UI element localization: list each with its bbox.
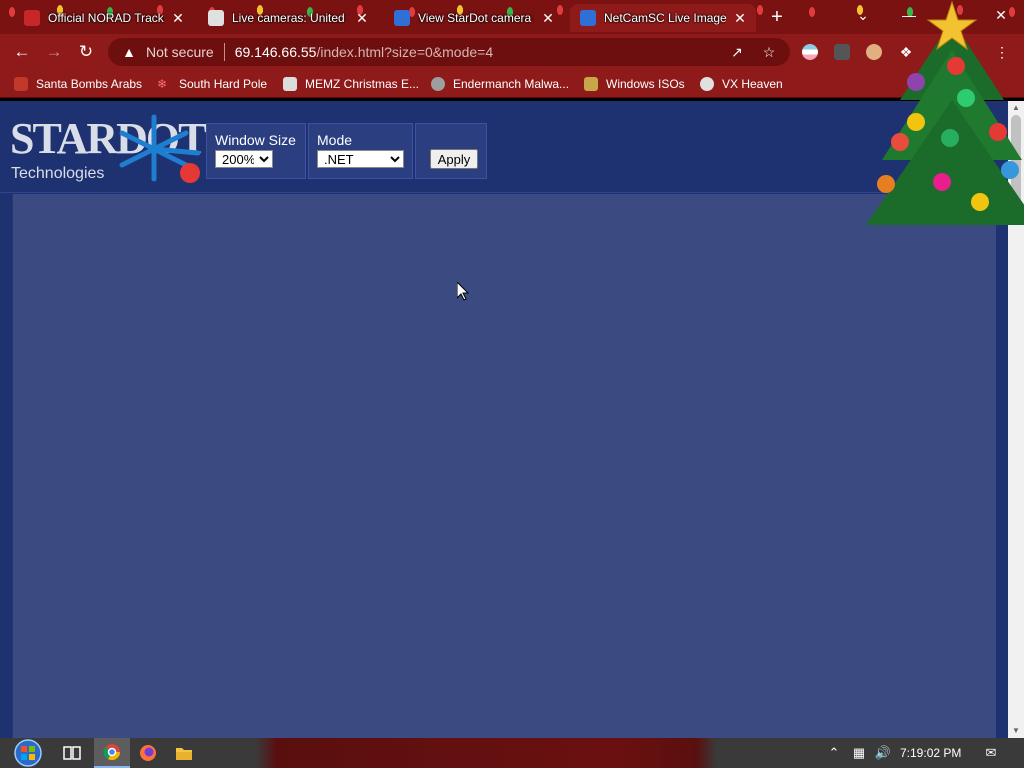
volume-icon[interactable]: 🔊 <box>874 745 892 761</box>
norad-icon <box>24 10 40 26</box>
divider <box>223 43 225 61</box>
tab-live-cameras[interactable]: Live cameras: United S ✕ <box>198 4 378 32</box>
url-host: 69.146.66.55 <box>234 44 317 60</box>
stardot-icon <box>580 10 596 26</box>
santa-icon <box>14 77 28 91</box>
close-icon[interactable]: ✕ <box>354 10 370 27</box>
windows-taskbar: ⌃ ▦ 🔊 7:19:02 PM ✉ <box>0 738 1024 768</box>
memz-icon <box>283 77 297 91</box>
apply-control: Apply <box>415 123 487 179</box>
firefox-icon <box>140 745 156 761</box>
bookmark-windows-isos[interactable]: Windows ISOs <box>584 74 685 94</box>
stardot-logo: STARDOT Technologies <box>10 113 207 187</box>
mode-label: Mode <box>317 132 353 148</box>
share-icon[interactable]: ↗ <box>728 43 746 61</box>
mouse-cursor-icon <box>457 282 469 301</box>
windows-orb-icon <box>14 739 42 767</box>
stardot-star-icon <box>119 114 201 183</box>
apply-button[interactable]: Apply <box>430 149 478 169</box>
bookmark-vx-heaven[interactable]: VX Heaven <box>700 74 783 94</box>
back-icon[interactable]: ← <box>10 40 34 64</box>
tab-title: View StarDot camera i <box>418 11 534 25</box>
camera-image-area <box>12 194 996 738</box>
network-icon[interactable]: ▦ <box>850 745 868 761</box>
firefox-taskbar-button[interactable] <box>130 738 166 768</box>
start-button[interactable] <box>8 738 48 768</box>
close-icon[interactable]: ✕ <box>170 10 186 27</box>
file-explorer-taskbar-button[interactable] <box>166 738 202 768</box>
bookmark-south-hard-pole[interactable]: ❄ South Hard Pole <box>157 74 267 94</box>
window-size-control: Window Size 200% <box>206 123 306 179</box>
bookmark-label: Windows ISOs <box>606 77 685 91</box>
tab-norad[interactable]: Official NORAD Tracks ✕ <box>14 4 194 32</box>
new-tab-button[interactable]: + <box>766 6 788 28</box>
stardot-header: STARDOT Technologies Window Size 200% Mo… <box>0 101 1008 193</box>
mode-select[interactable]: .NET <box>317 150 404 168</box>
bookmark-label: VX Heaven <box>722 77 783 91</box>
tab-title: Official NORAD Tracks <box>48 11 164 25</box>
vx-heaven-icon <box>700 77 714 91</box>
window-size-label: Window Size <box>215 132 296 148</box>
task-view-button[interactable] <box>54 738 90 768</box>
extension-s-icon[interactable] <box>834 44 850 60</box>
bookmark-santa-bombs-arabs[interactable]: Santa Bombs Arabs <box>14 74 142 94</box>
tab-view-stardot[interactable]: View StarDot camera i ✕ <box>384 4 564 32</box>
bookmark-memz-christmas[interactable]: MEMZ Christmas E... <box>283 74 419 94</box>
chrome-taskbar-button[interactable] <box>94 738 130 768</box>
star-icon[interactable]: ☆ <box>760 43 778 61</box>
chevron-up-icon[interactable]: ⌃ <box>826 745 842 761</box>
reload-icon[interactable]: ↻ <box>74 40 98 64</box>
extension-flag-icon[interactable] <box>802 44 818 60</box>
mode-control: Mode .NET <box>308 123 413 179</box>
camera-icon <box>208 10 224 26</box>
chrome-icon <box>103 744 121 761</box>
logo-subtitle: Technologies <box>11 165 105 182</box>
bookmark-label: South Hard Pole <box>179 77 268 91</box>
bookmark-label: MEMZ Christmas E... <box>305 77 420 91</box>
address-bar[interactable]: ▲ Not secure 69.146.66.55 /index.html?si… <box>108 38 790 66</box>
bookmark-label: Endermanch Malwa... <box>453 77 570 91</box>
windows-iso-icon <box>584 77 598 91</box>
security-label: Not secure <box>146 44 214 60</box>
notification-icon[interactable]: ✉ <box>982 745 1000 761</box>
stardot-icon <box>394 10 410 26</box>
scroll-down-icon[interactable]: ▼ <box>1008 724 1024 738</box>
url-path: /index.html?size=0&mode=4 <box>316 44 494 60</box>
tab-netcamsc[interactable]: NetCamSC Live Image ✕ <box>570 4 756 32</box>
tab-title: NetCamSC Live Image <box>604 11 726 25</box>
warning-icon[interactable]: ▲ <box>120 44 138 60</box>
bookmark-label: Santa Bombs Arabs <box>36 77 143 91</box>
window-size-select[interactable]: 200% <box>215 150 273 168</box>
taskbar-clock[interactable]: 7:19:02 PM <box>900 738 961 768</box>
tab-title: Live cameras: United S <box>232 11 348 25</box>
bookmark-endermanch[interactable]: Endermanch Malwa... <box>431 74 569 94</box>
close-icon[interactable]: ✕ <box>732 10 748 27</box>
task-view-icon <box>63 746 81 760</box>
forward-icon[interactable]: → <box>42 40 66 64</box>
christmas-tree-decoration <box>866 0 1024 225</box>
folder-icon <box>176 748 192 760</box>
snowflake-icon: ❄ <box>157 77 168 91</box>
page-content: STARDOT Technologies Window Size 200% Mo… <box>0 101 1008 738</box>
close-icon[interactable]: ✕ <box>540 10 556 27</box>
endermanch-icon <box>431 77 445 91</box>
